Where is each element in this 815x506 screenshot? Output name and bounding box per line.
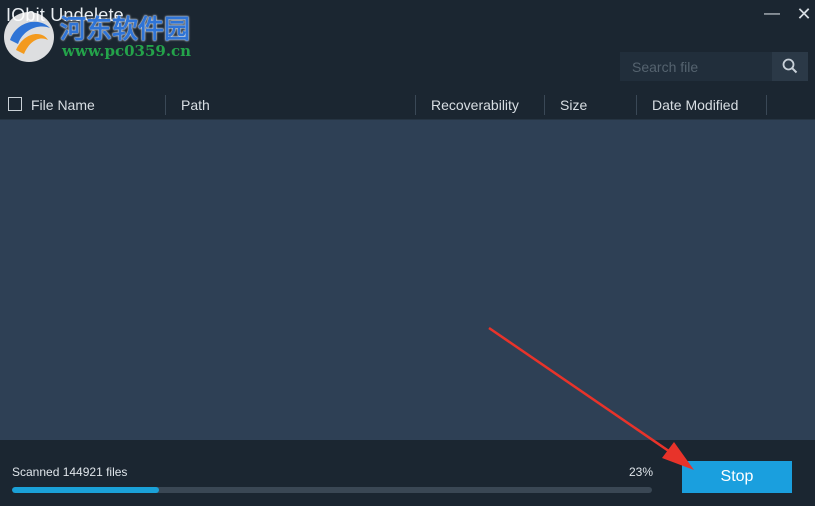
- search-button[interactable]: [772, 52, 808, 81]
- title-bar: IObit Undelete 河东软件园 www.pc0359.cn — ✕: [0, 0, 815, 92]
- column-header-recoverability[interactable]: Recoverability: [431, 92, 519, 119]
- stop-button[interactable]: Stop: [682, 461, 792, 493]
- scan-progress-fill: [12, 487, 160, 493]
- search-icon: [782, 58, 798, 74]
- select-all-checkbox[interactable]: [8, 97, 22, 111]
- column-divider[interactable]: [165, 95, 166, 115]
- column-header-size[interactable]: Size: [560, 92, 587, 119]
- column-header-file-name[interactable]: File Name: [31, 92, 95, 119]
- column-header-path[interactable]: Path: [181, 92, 210, 119]
- column-divider[interactable]: [636, 95, 637, 115]
- scan-status-text: Scanned 144921 files: [12, 465, 128, 479]
- column-divider[interactable]: [544, 95, 545, 115]
- table-header: File Name Path Recoverability Size Date …: [0, 92, 815, 120]
- scan-progress-bar: [12, 487, 652, 493]
- progress-percent: 23%: [629, 465, 654, 479]
- watermark-site-name: 河东软件园: [60, 15, 191, 45]
- close-button[interactable]: ✕: [794, 4, 814, 24]
- column-divider[interactable]: [415, 95, 416, 115]
- column-divider[interactable]: [766, 95, 767, 115]
- minimize-button[interactable]: —: [762, 4, 782, 24]
- app-window: IObit Undelete 河东软件园 www.pc0359.cn — ✕ F…: [0, 0, 815, 506]
- watermark-url: www.pc0359.cn: [62, 42, 192, 60]
- file-list[interactable]: [0, 120, 815, 440]
- search-input[interactable]: [620, 52, 770, 81]
- watermark-logo-icon: [4, 12, 54, 62]
- column-header-date-modified[interactable]: Date Modified: [652, 92, 738, 119]
